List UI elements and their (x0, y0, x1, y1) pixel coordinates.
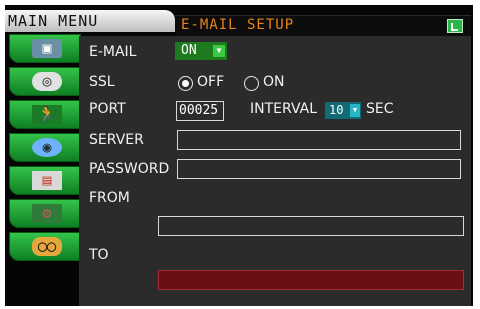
main-menu-sidebar: ▣ ◎ 🏃 ◉ ▤ ⚙ ◯◯ (5, 32, 81, 306)
interval-value: 10 (329, 103, 344, 117)
sidebar-item-record[interactable]: ◎ (9, 67, 81, 96)
sidebar-item-motion[interactable]: 🏃 (9, 100, 81, 129)
password-input[interactable] (177, 159, 461, 179)
dvr-setup-screen: MAIN MENU E-MAIL SETUP ▣ ◎ 🏃 ◉ ▤ ⚙ ◯◯ E-… (5, 5, 473, 306)
camera-icon: ▣ (32, 39, 62, 58)
sidebar-item-network[interactable]: ◉ (9, 133, 81, 162)
from-input[interactable] (158, 216, 464, 236)
port-label: PORT (89, 101, 126, 117)
ssl-on-radio[interactable] (244, 76, 259, 91)
main-menu-title: MAIN MENU (8, 12, 99, 30)
server-input[interactable] (177, 130, 461, 150)
sidebar-item-tools[interactable]: ⚙ (9, 199, 81, 228)
sidebar-item-audio[interactable]: ◯◯ (9, 232, 81, 261)
network-icon: ◉ (32, 138, 62, 157)
ssl-on-label: ON (263, 74, 285, 90)
to-label: TO (89, 247, 109, 263)
record-icon: ◎ (32, 72, 62, 91)
exit-icon[interactable] (447, 19, 463, 33)
audio-icon: ◯◯ (32, 237, 62, 256)
file-icon: ▤ (32, 171, 62, 190)
email-setup-title: E-MAIL SETUP (181, 17, 295, 33)
to-input[interactable] (158, 270, 464, 290)
interval-unit-label: SEC (366, 101, 394, 117)
motion-icon: 🏃 (32, 105, 62, 124)
ssl-off-radio[interactable] (178, 76, 193, 91)
email-setup-header: E-MAIL SETUP (175, 15, 471, 36)
email-label: E-MAIL (89, 44, 137, 60)
ssl-off-label: OFF (197, 74, 225, 90)
password-label: PASSWORD (89, 161, 170, 177)
tools-icon: ⚙ (32, 204, 62, 223)
sidebar-item-camera[interactable]: ▣ (9, 34, 81, 63)
email-enable-select[interactable]: ON ▼ (175, 42, 227, 60)
chevron-down-icon: ▼ (350, 104, 360, 117)
port-input[interactable]: 00025 (176, 101, 224, 121)
server-label: SERVER (89, 132, 144, 148)
interval-select[interactable]: 10 ▼ (325, 102, 361, 119)
email-settings-panel: E-MAIL ON ▼ SSL OFF ON PORT 00025 INTERV… (79, 36, 471, 306)
interval-label: INTERVAL (250, 101, 318, 117)
ssl-label: SSL (89, 74, 115, 90)
sidebar-item-file[interactable]: ▤ (9, 166, 81, 195)
from-label: FROM (89, 190, 130, 206)
main-menu-header: MAIN MENU (5, 10, 175, 32)
email-enable-value: ON (181, 43, 197, 58)
chevron-down-icon: ▼ (213, 45, 225, 57)
